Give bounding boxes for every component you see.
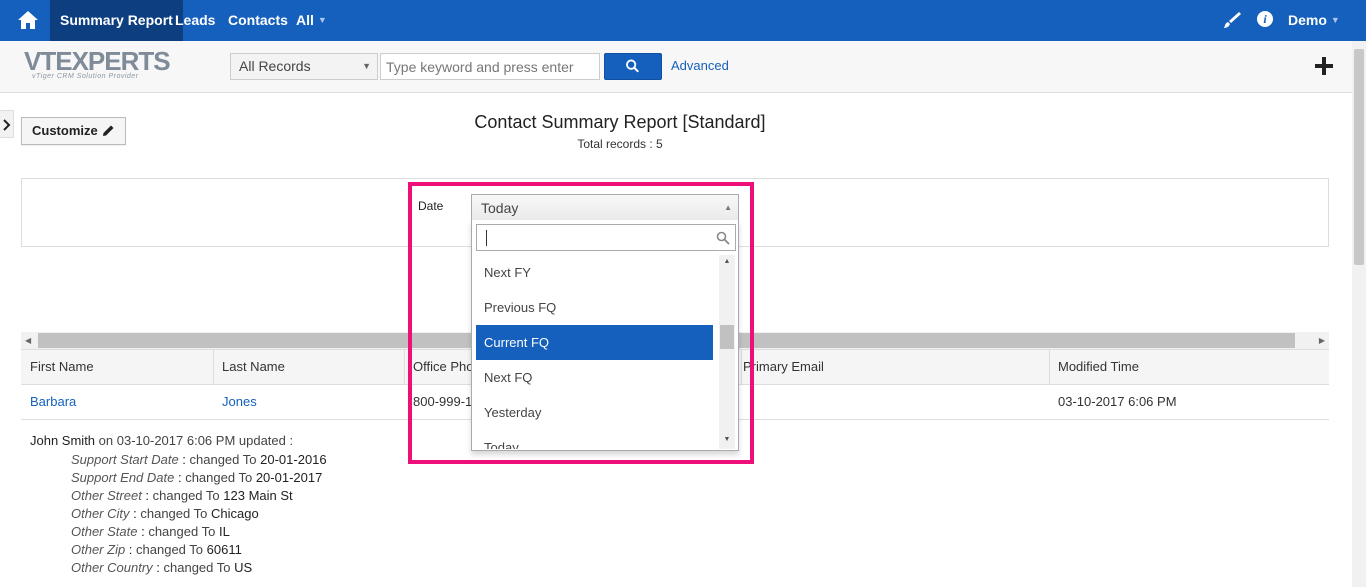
- history-field: Other City: [71, 506, 130, 521]
- company-logo[interactable]: VTEXPERTS vTiger CRM Solution Provider: [24, 46, 184, 89]
- date-filter-dropdown: Next FY Previous FQ Current FQ Next FQ Y…: [471, 220, 739, 451]
- history-value: 60611: [206, 542, 242, 557]
- scroll-left-icon[interactable]: ◀: [25, 332, 31, 349]
- scroll-up-icon[interactable]: ▲: [719, 258, 735, 265]
- history-value: IL: [218, 524, 230, 539]
- history-change: Support Start Date : changed To 20-01-20…: [71, 452, 327, 467]
- nav-leads[interactable]: Leads: [175, 0, 215, 41]
- dropdown-search-input[interactable]: [476, 224, 736, 251]
- record-scope-select[interactable]: All Records ▼: [230, 53, 378, 80]
- history-meta: on 03-10-2017 6:06 PM updated :: [98, 433, 294, 448]
- scroll-right-icon[interactable]: ▶: [1319, 332, 1325, 349]
- caret-down-icon: ▼: [362, 61, 371, 71]
- text-cursor: [486, 230, 487, 246]
- keyword-search-input[interactable]: [380, 53, 600, 80]
- history-entry-header: John Smith on 03-10-2017 6:06 PM updated…: [30, 432, 327, 450]
- home-icon[interactable]: [12, 8, 44, 32]
- chevron-down-icon: ▼: [1330, 15, 1340, 25]
- chevron-down-icon: ▼: [317, 15, 327, 25]
- history-changed-to: changed To: [140, 506, 208, 521]
- history-field: Support End Date: [71, 470, 175, 485]
- history-value: US: [234, 560, 253, 575]
- column-header-first-name[interactable]: First Name: [21, 350, 214, 384]
- history-change: Other City : changed To Chicago: [71, 506, 259, 521]
- history-change: Support End Date : changed To 20-01-2017: [71, 470, 323, 485]
- dropdown-option-next-fq[interactable]: Next FQ: [476, 360, 713, 395]
- search-bar: VTEXPERTS vTiger CRM Solution Provider A…: [0, 41, 1352, 93]
- history-changed-to: changed To: [163, 560, 231, 575]
- history-value: 20-01-2017: [255, 470, 323, 485]
- history-change: Other Zip : changed To 60611: [71, 542, 242, 557]
- history-changed-to: changed To: [148, 524, 216, 539]
- search-button[interactable]: [604, 53, 662, 80]
- user-name: Demo: [1288, 12, 1327, 28]
- history-field: Other Zip: [71, 542, 126, 557]
- record-scope-value: All Records: [239, 58, 311, 74]
- advanced-search-link[interactable]: Advanced: [671, 58, 729, 73]
- cell-primary-email: [734, 385, 1050, 419]
- dropdown-option-previous-fq[interactable]: Previous FQ: [476, 290, 713, 325]
- dropdown-option-today[interactable]: Today: [476, 430, 713, 449]
- caret-up-icon: ▲: [724, 203, 732, 212]
- history-author: John Smith: [30, 433, 96, 448]
- history-changed-to: changed To: [185, 470, 253, 485]
- dropdown-scrollbar[interactable]: ▲ ▼: [719, 255, 735, 449]
- scroll-down-icon[interactable]: ▼: [719, 436, 735, 443]
- top-navbar: Summary Report Leads Contacts All ▼ i Dem…: [0, 0, 1366, 41]
- nav-summary-report[interactable]: Summary Report: [50, 0, 183, 41]
- history-value: 20-01-2016: [260, 452, 327, 467]
- dropdown-option-next-fy[interactable]: Next FY: [476, 255, 713, 290]
- dropdown-options: Next FY Previous FQ Current FQ Next FQ Y…: [476, 255, 713, 449]
- cell-modified-time: 03-10-2017 6:06 PM: [1058, 394, 1177, 409]
- page-scrollbar[interactable]: [1352, 41, 1366, 587]
- user-menu[interactable]: Demo ▼: [1288, 0, 1340, 41]
- history-value: Chicago: [210, 506, 259, 521]
- search-icon: [626, 59, 639, 73]
- plus-icon[interactable]: [1313, 55, 1335, 77]
- history-field: Other Street: [71, 488, 142, 503]
- cell-last-name[interactable]: Jones: [213, 385, 405, 419]
- nav-contacts[interactable]: Contacts: [228, 0, 288, 41]
- nav-all[interactable]: All ▼: [296, 0, 327, 41]
- total-records: Total records : 5: [577, 137, 663, 151]
- page-scrollbar-thumb[interactable]: [1354, 49, 1364, 265]
- report-title: Contact Summary Report [Standard]: [474, 112, 766, 132]
- update-history: John Smith on 03-10-2017 6:06 PM updated…: [30, 432, 327, 577]
- history-changed-to: changed To: [136, 542, 204, 557]
- history-change: Other State : changed To IL: [71, 524, 230, 539]
- dropdown-option-current-fq[interactable]: Current FQ: [476, 325, 713, 360]
- info-icon[interactable]: i: [1257, 11, 1273, 27]
- history-field: Other Country: [71, 560, 153, 575]
- paintbrush-icon[interactable]: [1222, 10, 1242, 30]
- cell-first-name[interactable]: Barbara: [21, 385, 213, 419]
- dropdown-scrollbar-thumb[interactable]: [720, 325, 734, 349]
- column-header-modified-time[interactable]: Modified Time: [1049, 350, 1329, 384]
- history-changed-to: changed To: [152, 488, 220, 503]
- search-icon: [716, 231, 730, 245]
- date-filter-value: Today: [481, 200, 519, 216]
- column-header-last-name[interactable]: Last Name: [213, 350, 405, 384]
- history-changed-to: changed To: [189, 452, 257, 467]
- column-header-primary-email[interactable]: Primary Email: [734, 350, 1050, 384]
- history-field: Support Start Date: [71, 452, 179, 467]
- history-field: Other State: [71, 524, 138, 539]
- history-change: Other Street : changed To 123 Main St: [71, 488, 293, 503]
- logo-wordmark: VTEXPERTS: [24, 46, 171, 76]
- history-value: 123 Main St: [223, 488, 293, 503]
- date-filter-select[interactable]: Today ▲: [471, 194, 739, 220]
- nav-all-label: All: [296, 12, 314, 28]
- date-filter-label: Date: [418, 199, 444, 213]
- history-change: Other Country : changed To US: [71, 560, 253, 575]
- dropdown-option-yesterday[interactable]: Yesterday: [476, 395, 713, 430]
